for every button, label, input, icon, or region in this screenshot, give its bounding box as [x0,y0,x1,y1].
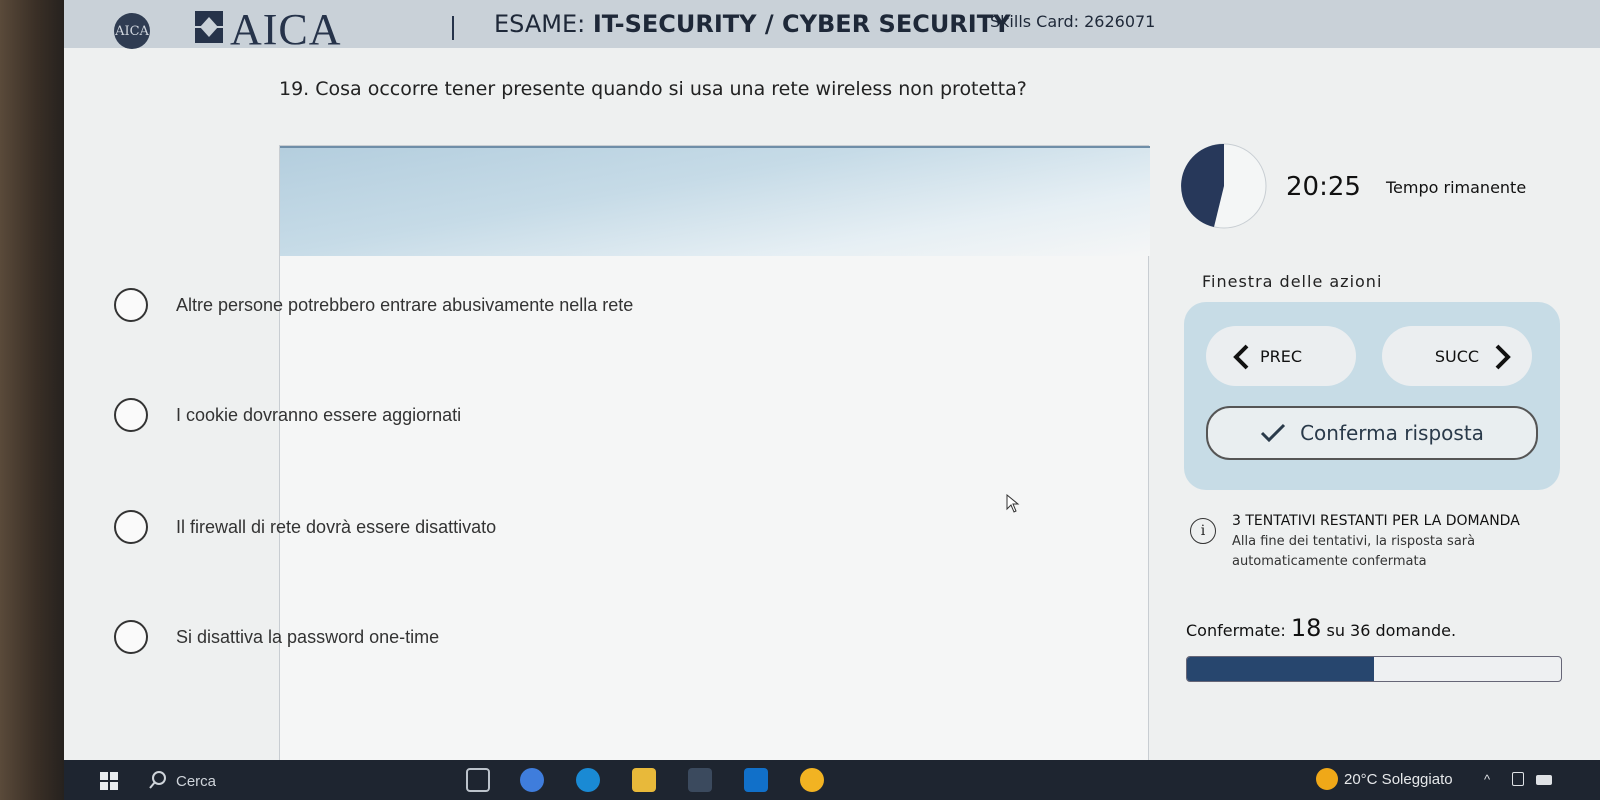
confirmed-count: Confermate: 18 su 36 domande. [1186,614,1456,642]
answer-option-3[interactable]: Il firewall di rete dovrà essere disatti… [114,510,496,544]
taskbar: Cerca 20°C Soleggiato ^ [64,760,1600,800]
timer-pie-icon [1181,143,1267,229]
answers-panel [279,145,1150,760]
prev-label: PREC [1259,346,1303,366]
actions-title: Finestra delle azioni [1202,272,1383,291]
battery-icon[interactable] [1536,775,1552,785]
answer-label: Il firewall di rete dovrà essere disatti… [176,516,497,537]
progress-fill [1187,657,1374,681]
timer-value: 20:25 [1286,172,1361,202]
prev-button[interactable]: PREC [1206,326,1356,386]
sun-icon [1316,768,1338,790]
timer-label: Tempo rimanente [1386,178,1527,197]
aica-small-logo: AICA [114,13,150,49]
brand-name: AICA [230,5,342,54]
confirm-answer-button[interactable]: Conferma risposta [1206,406,1538,460]
radio-button[interactable] [114,620,148,654]
next-button[interactable]: SUCC [1382,326,1532,386]
confirmed-number: 18 [1290,614,1322,642]
answer-option-2[interactable]: I cookie dovranno essere aggiornati [114,398,461,432]
skills-card: Skills Card: 2626071 [990,12,1155,31]
next-label: SUCC [1434,346,1480,366]
radio-button[interactable] [114,398,148,432]
answer-label: Altre persone potrebbero entrare abusiva… [176,294,634,315]
checkmark-icon [1261,423,1286,443]
chevron-left-icon [1233,344,1249,370]
task-view-icon[interactable] [466,768,490,792]
info-icon: i [1190,518,1216,544]
panel-decoration [280,146,1150,256]
windows-start-icon[interactable] [100,772,118,790]
exam-title: ESAME: IT-SECURITY / CYBER SECURITY [494,10,1010,38]
chevron-right-icon [1495,344,1511,370]
radio-button[interactable] [114,510,148,544]
radio-button[interactable] [114,288,148,322]
file-explorer-icon[interactable] [632,768,656,792]
chevron-up-icon[interactable]: ^ [1484,772,1490,787]
header-separator [452,16,454,40]
aica-logo-icon [195,11,223,43]
answer-label: I cookie dovranno essere aggiornati [176,404,462,425]
answer-option-4[interactable]: Si disattiva la password one-time [114,620,439,654]
weather-status: 20°C Soleggiato [1344,771,1453,788]
exam-name: IT-SECURITY / CYBER SECURITY [592,10,1011,38]
search-input[interactable]: Cerca [176,773,216,790]
confirmed-suffix: su 36 domande. [1321,621,1457,640]
outlook-icon[interactable] [744,768,768,792]
edge-browser-icon[interactable] [576,768,600,792]
mouse-cursor-icon [1006,494,1020,513]
progress-bar [1186,656,1562,682]
confirm-label: Conferma risposta [1300,421,1484,445]
chrome-icon[interactable] [800,768,824,792]
copilot-icon[interactable] [520,768,544,792]
confirmed-prefix: Confermate: [1186,621,1291,640]
answer-option-1[interactable]: Altre persone potrebbero entrare abusiva… [114,288,633,322]
answer-label: Si disattiva la password one-time [176,626,440,647]
search-icon[interactable] [148,770,168,790]
attempts-note: Alla fine dei tentativi, la risposta sar… [1232,534,1476,569]
exam-screen: AICA AICA ESAME: IT-SECURITY / CYBER SEC… [64,0,1600,760]
question-text: 19. Cosa occorre tener presente quando s… [279,78,1027,100]
store-icon[interactable] [688,768,712,792]
exam-prefix: ESAME: [494,10,593,38]
attempts-title: 3 TENTATIVI RESTANTI PER LA DOMANDA [1232,513,1520,529]
skills-card-label: Skills Card: [990,12,1085,31]
header-bar: AICA AICA ESAME: IT-SECURITY / CYBER SEC… [64,0,1600,54]
skills-card-number: 2626071 [1084,12,1156,31]
network-icon[interactable] [1512,772,1524,786]
